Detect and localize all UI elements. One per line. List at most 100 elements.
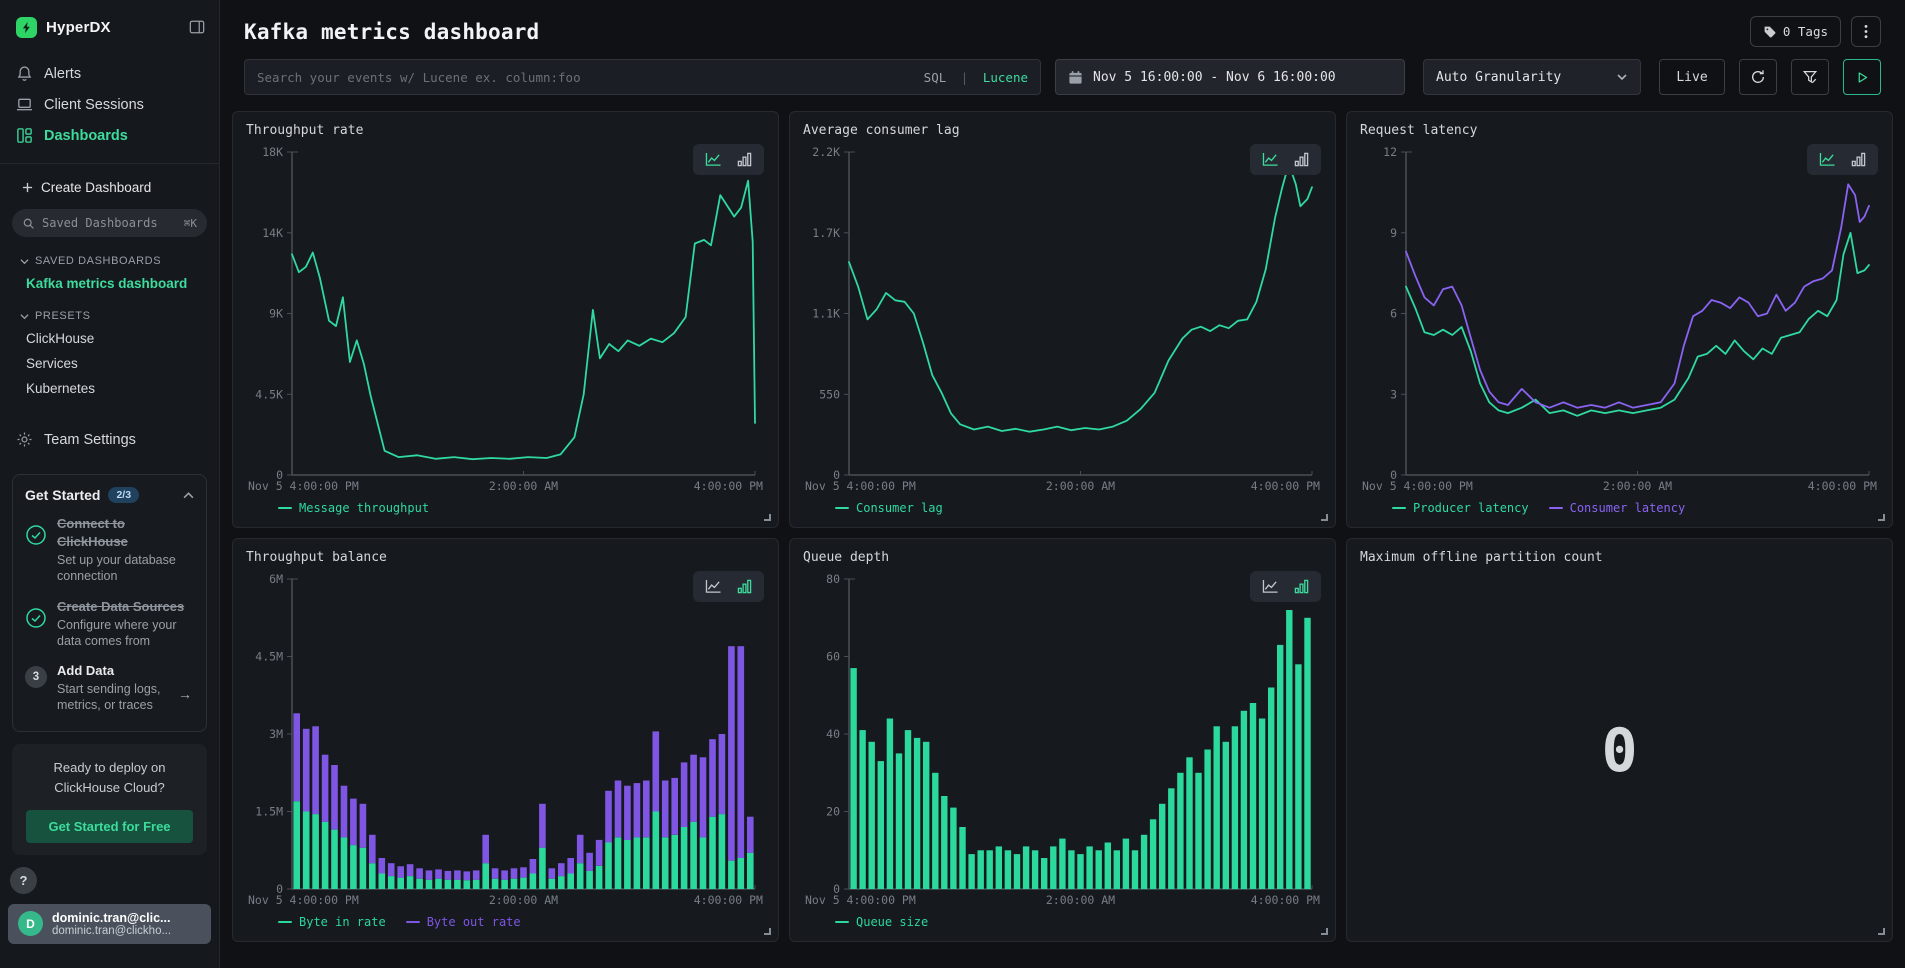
step-number-badge: 3	[25, 666, 47, 688]
chevron-down-icon	[1616, 71, 1628, 83]
charts-grid: Throughput rate 04.5K9K14K18KNov 5 4:00:…	[232, 111, 1893, 942]
bar-chart-icon[interactable]	[737, 152, 752, 167]
legend-dash	[406, 921, 420, 923]
svg-text:4:00:00 PM: 4:00:00 PM	[1251, 479, 1320, 493]
more-options-button[interactable]	[1851, 16, 1881, 47]
sidebar-item-dashboards[interactable]: Dashboards	[0, 120, 219, 151]
time-range-picker[interactable]: Nov 5 16:00:00 - Nov 6 16:00:00	[1055, 59, 1405, 95]
legend-label: Producer latency	[1413, 501, 1529, 515]
logo[interactable]: HyperDX	[0, 0, 219, 52]
chevron-up-icon[interactable]	[183, 490, 194, 501]
line-chart-icon[interactable]	[1262, 579, 1279, 594]
create-dashboard-button[interactable]: Create Dashboard	[0, 174, 219, 207]
check-circle-icon	[25, 524, 47, 546]
legend-item[interactable]: Queue size	[835, 915, 928, 929]
chart-legend: Consumer lag	[803, 495, 1322, 521]
svg-text:1.7K: 1.7K	[812, 226, 840, 240]
sidebar-item-team-settings[interactable]: Team Settings	[0, 415, 219, 464]
resize-handle[interactable]	[764, 928, 771, 935]
line-chart-icon[interactable]	[1262, 152, 1279, 167]
search-placeholder: Search your events w/ Lucene ex. column:…	[257, 70, 924, 85]
filter-button[interactable]	[1791, 59, 1829, 95]
chart-legend: Message throughput	[246, 495, 765, 521]
resize-handle[interactable]	[1878, 928, 1885, 935]
svg-text:Nov 5 4:00:00 PM: Nov 5 4:00:00 PM	[1362, 479, 1473, 493]
bar-chart-icon[interactable]	[1294, 579, 1309, 594]
event-search-input[interactable]: Search your events w/ Lucene ex. column:…	[244, 59, 1041, 95]
legend-item[interactable]: Byte out rate	[406, 915, 521, 929]
legend-item[interactable]: Consumer latency	[1549, 501, 1686, 515]
tags-button[interactable]: 0 Tags	[1750, 16, 1841, 47]
chart-type-toolbar	[693, 571, 764, 602]
user-menu[interactable]: D dominic.tran@clic... dominic.tran@clic…	[8, 904, 211, 944]
svg-text:550: 550	[819, 387, 840, 401]
get-started-step-2[interactable]: Create Data Sources Configure where your…	[25, 598, 194, 650]
preset-clickhouse[interactable]: ClickHouse	[0, 326, 219, 351]
chart-title: Throughput balance	[246, 550, 765, 565]
dashboard-header: Kafka metrics dashboard 0 Tags	[232, 0, 1893, 57]
chart-title: Average consumer lag	[803, 123, 1322, 138]
chart-plot[interactable]: 020406080Nov 5 4:00:00 PM2:00:00 AM4:00:…	[803, 567, 1322, 909]
sidebar-item-client-sessions[interactable]: Client Sessions	[0, 89, 219, 120]
legend-item[interactable]: Message throughput	[278, 501, 429, 515]
sidebar-collapse-icon[interactable]	[189, 19, 205, 35]
sidebar-item-label: Client Sessions	[44, 97, 144, 113]
refresh-button[interactable]	[1739, 59, 1777, 95]
resize-handle[interactable]	[1321, 928, 1328, 935]
time-range-value: Nov 5 16:00:00 - Nov 6 16:00:00	[1093, 70, 1336, 85]
svg-text:14K: 14K	[262, 226, 283, 240]
line-chart-icon[interactable]	[1819, 152, 1836, 167]
legend-item[interactable]: Producer latency	[1392, 501, 1529, 515]
chart-title: Request latency	[1360, 123, 1879, 138]
presets-heading[interactable]: PRESETS	[0, 304, 219, 326]
svg-text:12: 12	[1383, 145, 1397, 159]
bar-chart-icon[interactable]	[1294, 152, 1309, 167]
svg-text:4:00:00 PM: 4:00:00 PM	[1808, 479, 1877, 493]
get-started-step-3[interactable]: 3 Add Data Start sending logs, metrics, …	[25, 662, 194, 714]
legend-dash	[1392, 507, 1406, 509]
get-started-free-button[interactable]: Get Started for Free	[26, 810, 193, 843]
chart-plot[interactable]: 05501.1K1.7K2.2KNov 5 4:00:00 PM2:00:00 …	[803, 140, 1322, 495]
line-chart-icon[interactable]	[705, 579, 722, 594]
get-started-card: Get Started 2/3 Connect to ClickHouse Se…	[12, 474, 207, 732]
sql-mode-button[interactable]: SQL	[924, 70, 947, 85]
svg-text:2.2K: 2.2K	[812, 145, 840, 159]
tag-icon	[1763, 25, 1776, 38]
chart-plot[interactable]: 01.5M3M4.5M6MNov 5 4:00:00 PM2:00:00 AM4…	[246, 567, 765, 909]
resize-handle[interactable]	[764, 514, 771, 521]
legend-item[interactable]: Byte in rate	[278, 915, 386, 929]
lucene-mode-button[interactable]: Lucene	[983, 70, 1028, 85]
svg-text:40: 40	[826, 727, 840, 741]
main-content: Kafka metrics dashboard 0 Tags Search yo…	[220, 0, 1905, 968]
help-button[interactable]: ?	[10, 867, 37, 894]
svg-text:4:00:00 PM: 4:00:00 PM	[694, 893, 763, 907]
line-chart-icon[interactable]	[705, 152, 722, 167]
brand-name: HyperDX	[46, 19, 111, 36]
query-language-toggle: SQL | Lucene	[924, 70, 1028, 85]
run-query-button[interactable]	[1843, 59, 1881, 95]
svg-text:20: 20	[826, 805, 840, 819]
arrow-right-icon: →	[178, 686, 192, 702]
live-button[interactable]: Live	[1659, 59, 1725, 95]
granularity-select[interactable]: Auto Granularity	[1423, 59, 1641, 95]
legend-item[interactable]: Consumer lag	[835, 501, 943, 515]
sidebar-item-label: Alerts	[44, 66, 81, 82]
sidebar-item-kafka-dashboard[interactable]: Kafka metrics dashboard	[0, 271, 219, 296]
laptop-icon	[16, 96, 33, 113]
sidebar-nav: Alerts Client Sessions Dashboards	[0, 52, 219, 161]
preset-kubernetes[interactable]: Kubernetes	[0, 376, 219, 401]
svg-text:4.5K: 4.5K	[255, 387, 283, 401]
bar-chart-icon[interactable]	[737, 579, 752, 594]
saved-dashboards-search-input[interactable]: Saved Dashboards ⌘K	[12, 209, 207, 237]
filter-icon	[1802, 69, 1818, 85]
chart-plot[interactable]: 036912Nov 5 4:00:00 PM2:00:00 AM4:00:00 …	[1360, 140, 1879, 495]
svg-text:1.1K: 1.1K	[812, 307, 840, 321]
bar-chart-icon[interactable]	[1851, 152, 1866, 167]
resize-handle[interactable]	[1321, 514, 1328, 521]
preset-services[interactable]: Services	[0, 351, 219, 376]
saved-dashboards-heading[interactable]: SAVED DASHBOARDS	[0, 249, 219, 271]
resize-handle[interactable]	[1878, 514, 1885, 521]
chart-plot[interactable]: 04.5K9K14K18KNov 5 4:00:00 PM2:00:00 AM4…	[246, 140, 765, 495]
sidebar-item-alerts[interactable]: Alerts	[0, 58, 219, 89]
get-started-step-1[interactable]: Connect to ClickHouse Set up your databa…	[25, 515, 194, 585]
